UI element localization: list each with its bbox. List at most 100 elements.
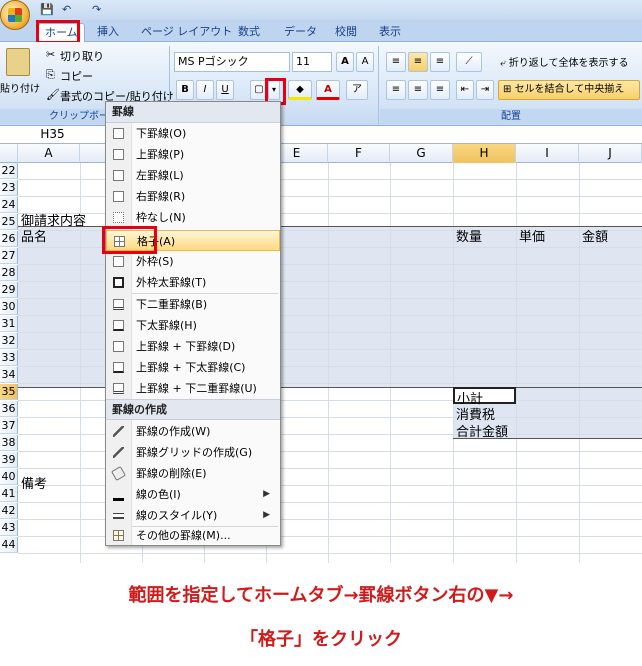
- menu-item-bottom-border[interactable]: 下罫線(O): [106, 123, 280, 144]
- cell-i25[interactable]: 単価: [519, 226, 545, 245]
- office-button[interactable]: [0, 0, 30, 30]
- row-header[interactable]: 27: [0, 248, 18, 264]
- row-header[interactable]: 23: [0, 180, 18, 196]
- more-borders-icon: [113, 530, 124, 541]
- cell-h25[interactable]: 数量: [456, 226, 482, 245]
- menu-item-line-color[interactable]: 線の色(I) ▶: [106, 484, 280, 505]
- wrap-text-button[interactable]: ⤶ 折り返して全体を表示する: [500, 54, 628, 69]
- copy-button[interactable]: コピー: [60, 68, 93, 84]
- column-header-i[interactable]: I: [516, 144, 579, 163]
- bold-button[interactable]: B: [176, 80, 194, 100]
- align-top-button[interactable]: ≡: [386, 52, 406, 72]
- font-size-select[interactable]: 11: [292, 52, 332, 72]
- align-right-button[interactable]: ≡: [430, 80, 450, 100]
- row-header[interactable]: 28: [0, 265, 18, 281]
- row-header[interactable]: 34: [0, 367, 18, 383]
- menu-item-top-border[interactable]: 上罫線(P): [106, 144, 280, 165]
- font-color-button[interactable]: A: [316, 80, 340, 100]
- tab-formulas[interactable]: 数式: [232, 23, 266, 42]
- row-header[interactable]: 33: [0, 350, 18, 366]
- menu-item-erase-border[interactable]: 罫線の削除(E): [106, 463, 280, 484]
- column-header-h[interactable]: H: [453, 144, 516, 163]
- menu-item-all-borders[interactable]: 格子(A): [106, 230, 280, 251]
- cut-button[interactable]: 切り取り: [60, 48, 104, 64]
- row-header[interactable]: 32: [0, 333, 18, 349]
- row-header[interactable]: 26: [0, 231, 18, 247]
- column-header-f[interactable]: F: [328, 144, 390, 163]
- select-all-corner[interactable]: [0, 144, 18, 163]
- column-header-j[interactable]: J: [579, 144, 642, 163]
- paste-button[interactable]: 貼り付け: [0, 80, 40, 95]
- row-header[interactable]: 25: [0, 214, 18, 230]
- align-left-button[interactable]: ≡: [386, 80, 406, 100]
- cell-j25[interactable]: 金額: [582, 226, 608, 245]
- menu-item-left-border[interactable]: 左罫線(L): [106, 165, 280, 186]
- row-header[interactable]: 43: [0, 520, 18, 536]
- menu-item-right-border[interactable]: 右罫線(R): [106, 186, 280, 207]
- menu-item-outside-borders[interactable]: 外枠(S): [106, 251, 280, 272]
- worksheet[interactable]: A B C D E F G H I J 22232425262728293031…: [0, 144, 642, 563]
- row-header[interactable]: 44: [0, 537, 18, 553]
- column-header-a[interactable]: A: [18, 144, 80, 163]
- row-header[interactable]: 36: [0, 401, 18, 417]
- tab-page-layout[interactable]: ページ レイアウト: [135, 23, 238, 42]
- menu-item-draw-border[interactable]: 罫線の作成(W): [106, 421, 280, 442]
- row-header[interactable]: 37: [0, 418, 18, 434]
- cell-h37[interactable]: 合計金額: [456, 421, 508, 440]
- row-header[interactable]: 40: [0, 469, 18, 485]
- save-icon[interactable]: 💾: [40, 3, 54, 16]
- cell-a40[interactable]: 備考: [21, 473, 47, 492]
- row-header[interactable]: 39: [0, 452, 18, 468]
- menu-item-line-style[interactable]: 線のスタイル(Y) ▶: [106, 505, 280, 526]
- phonetic-button[interactable]: ア: [346, 80, 368, 100]
- border-button[interactable]: ▢: [250, 80, 268, 100]
- row-header[interactable]: 38: [0, 435, 18, 451]
- cell-a25[interactable]: 品名: [21, 226, 47, 245]
- row-header[interactable]: 29: [0, 282, 18, 298]
- menu-item-thick-box-border[interactable]: 外枠太罫線(T): [106, 272, 280, 293]
- submenu-arrow-icon: ▶: [263, 489, 270, 499]
- fill-color-button[interactable]: ◆: [288, 80, 312, 100]
- row-header[interactable]: 42: [0, 503, 18, 519]
- tab-home[interactable]: ホーム: [38, 23, 85, 42]
- menu-item-no-border[interactable]: 枠なし(N): [106, 207, 280, 228]
- italic-button[interactable]: I: [196, 80, 214, 100]
- undo-icon[interactable]: ↶: [62, 3, 71, 16]
- decrease-indent-button[interactable]: ⇤: [456, 80, 474, 100]
- tab-view[interactable]: 表示: [373, 23, 407, 42]
- row-header[interactable]: 35: [0, 384, 18, 400]
- menu-item-draw-border-grid[interactable]: 罫線グリッドの作成(G): [106, 442, 280, 463]
- border-dropdown-menu: 罫線 下罫線(O) 上罫線(P) 左罫線(L) 右罫線(R) 枠なし(N) 格子…: [105, 101, 281, 546]
- top-border-icon: [113, 149, 124, 160]
- orientation-button[interactable]: ⟋: [456, 52, 482, 72]
- paste-icon[interactable]: [6, 48, 30, 76]
- grow-font-button[interactable]: A: [336, 52, 354, 72]
- underline-button[interactable]: U: [216, 80, 234, 100]
- redo-icon[interactable]: ↷: [92, 3, 101, 16]
- border-dropdown-arrow[interactable]: ▾: [268, 80, 280, 100]
- align-middle-button[interactable]: ≡: [408, 52, 428, 72]
- row-header[interactable]: 24: [0, 197, 18, 213]
- menu-item-top-and-bottom-border[interactable]: 上罫線 + 下罫線(D): [106, 336, 280, 357]
- tab-data[interactable]: データ: [278, 23, 323, 42]
- merge-center-button[interactable]: ⊞ セルを結合して中央揃え: [498, 80, 640, 100]
- menu-item-thick-bottom-border[interactable]: 下太罫線(H): [106, 315, 280, 336]
- tab-insert[interactable]: 挿入: [91, 23, 125, 42]
- increase-indent-button[interactable]: ⇥: [476, 80, 494, 100]
- tab-review[interactable]: 校閲: [329, 23, 363, 42]
- menu-item-bottom-double-border[interactable]: 下二重罫線(B): [106, 294, 280, 315]
- menu-item-more-borders[interactable]: その他の罫線(M)...: [106, 525, 280, 546]
- name-box[interactable]: H35: [0, 126, 106, 144]
- column-header-g[interactable]: G: [390, 144, 453, 163]
- shrink-font-button[interactable]: A: [356, 52, 374, 72]
- row-header[interactable]: 22: [0, 163, 18, 179]
- menu-item-top-and-thick-bottom-border[interactable]: 上罫線 + 下太罫線(C): [106, 357, 280, 378]
- font-name-select[interactable]: MS Pゴシック: [174, 52, 290, 72]
- row-header[interactable]: 41: [0, 486, 18, 502]
- menu-item-top-and-double-bottom-border[interactable]: 上罫線 + 下二重罫線(U): [106, 378, 280, 399]
- align-bottom-button[interactable]: ≡: [430, 52, 450, 72]
- bottom-double-border-icon: [113, 299, 124, 310]
- align-center-button[interactable]: ≡: [408, 80, 428, 100]
- row-header[interactable]: 30: [0, 299, 18, 315]
- row-header[interactable]: 31: [0, 316, 18, 332]
